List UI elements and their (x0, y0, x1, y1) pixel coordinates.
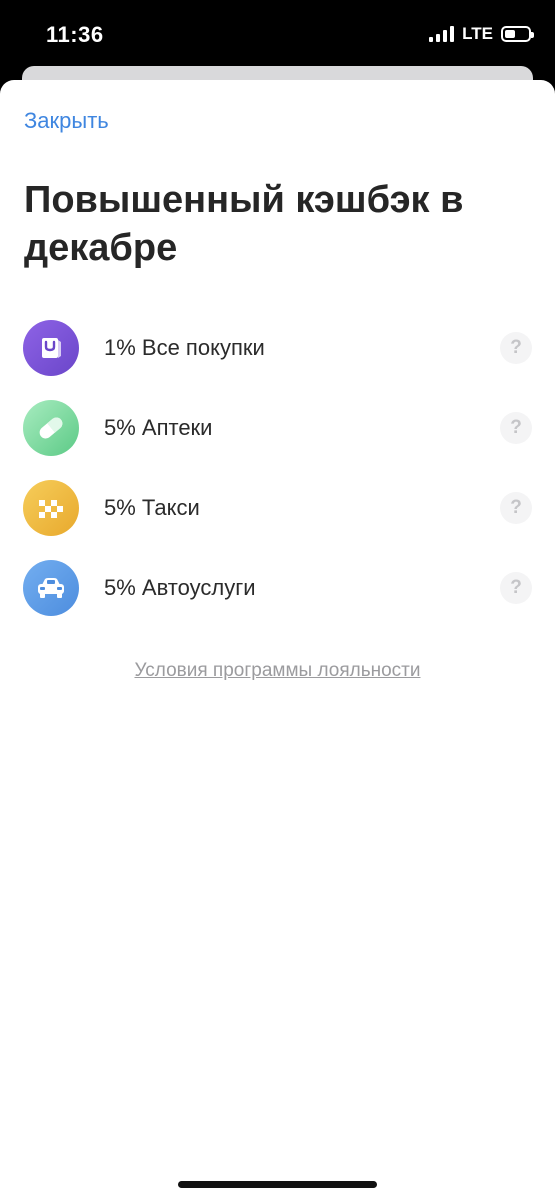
status-bar: 11:36 LTE (0, 0, 555, 70)
help-icon[interactable]: ? (500, 332, 532, 364)
cashback-list: 1% Все покупки ? 5% Аптеки ? 5% Такси ? … (0, 318, 555, 638)
cashback-item-pharmacies: 5% Аптеки ? (0, 398, 555, 478)
help-icon[interactable]: ? (500, 412, 532, 444)
help-icon[interactable]: ? (500, 492, 532, 524)
help-icon[interactable]: ? (500, 572, 532, 604)
cashback-item-auto-services: 5% Автоуслуги ? (0, 558, 555, 638)
home-indicator (178, 1181, 377, 1188)
cashback-item-label: 5% Такси (104, 495, 200, 520)
status-indicators: LTE (429, 24, 534, 44)
status-time: 11:36 (46, 22, 104, 47)
cashback-item-taxi: 5% Такси ? (0, 478, 555, 558)
shopping-bag-icon (23, 320, 79, 376)
cashback-item-label: 5% Автоуслуги (104, 575, 256, 600)
page-title: Повышенный кэшбэк в декабре (24, 179, 464, 269)
battery-icon (501, 26, 534, 42)
cashback-item-label: 1% Все покупки (104, 335, 265, 360)
pill-icon (23, 400, 79, 456)
close-button[interactable]: Закрыть (24, 108, 109, 134)
cashback-item-all-purchases: 1% Все покупки ? (0, 318, 555, 398)
network-label: LTE (462, 24, 493, 43)
car-icon (23, 560, 79, 616)
taxi-icon (23, 480, 79, 536)
signal-icon (429, 26, 455, 42)
loyalty-terms-link[interactable]: Условия программы лояльности (0, 660, 555, 682)
cashback-item-label: 5% Аптеки (104, 415, 213, 440)
cashback-sheet: Закрыть Повышенный кэшбэк в декабре 1% В… (0, 80, 555, 1200)
